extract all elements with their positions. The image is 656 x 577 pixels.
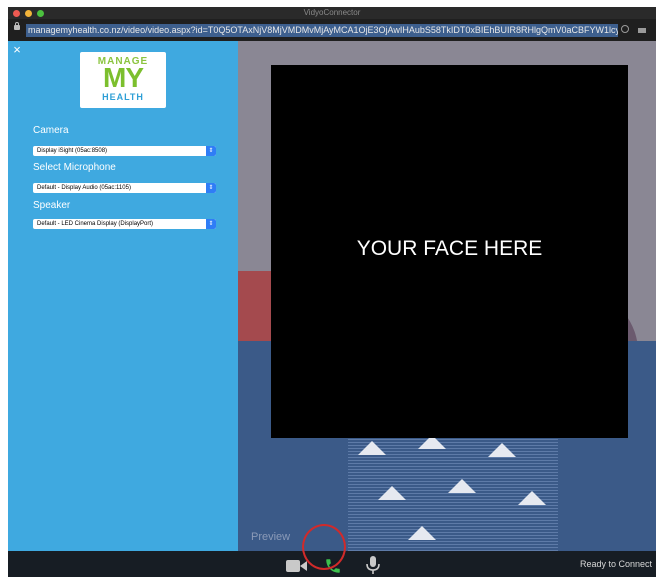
mountain-shape: [518, 491, 546, 505]
lock-icon: [14, 22, 20, 30]
mountain-shape: [448, 479, 476, 493]
highlight-circle: [302, 524, 346, 570]
connection-status: Ready to Connect: [579, 559, 652, 569]
logo-health-text: HEALTH: [102, 92, 144, 102]
chevron-updown-icon: ⇕: [206, 146, 216, 156]
address-bar: managemyhealth.co.nz/video/video.aspx?id…: [8, 19, 656, 41]
extension-icon[interactable]: [638, 28, 646, 33]
url-text[interactable]: managemyhealth.co.nz/video/video.aspx?id…: [26, 24, 618, 37]
microphone-label: Select Microphone: [33, 162, 116, 173]
mountain-shape: [408, 526, 436, 540]
mountain-shape: [488, 443, 516, 457]
face-placeholder-text: YOUR FACE HERE: [356, 237, 543, 260]
camera-label: Camera: [33, 125, 69, 136]
speaker-label: Speaker: [33, 200, 71, 211]
mountain-shape: [358, 441, 386, 455]
title-bar: VidyoConnector: [8, 7, 656, 19]
shirt-pattern: [348, 431, 558, 551]
camera-select-value: Display iSight (05ac:8508): [37, 148, 108, 154]
window-title: VidyoConnector: [303, 8, 361, 17]
speaker-select-value: Default - LED Cinema Display (DisplayPor…: [37, 221, 154, 227]
camera-icon[interactable]: [286, 559, 308, 577]
microphone-select-value: Default - Display Audio (05ac:1105): [37, 185, 131, 191]
face-placeholder-box: YOUR FACE HERE: [271, 65, 628, 438]
device-settings-panel: × MANAGE MY HEALTH Camera Display iSight…: [8, 41, 238, 551]
microphone-select[interactable]: Default - Display Audio (05ac:1105) ⇕: [33, 183, 216, 193]
microphone-icon[interactable]: [366, 556, 380, 577]
logo-my-text: MY: [103, 62, 144, 93]
camera-preview-area: YOUR FACE HERE Preview: [238, 41, 656, 551]
close-panel-button[interactable]: ×: [10, 43, 24, 57]
managemyhealth-logo: MANAGE MY HEALTH: [80, 52, 166, 108]
preview-label: Preview: [251, 531, 291, 543]
chevron-updown-icon: ⇕: [206, 219, 216, 229]
camera-select[interactable]: Display iSight (05ac:8508) ⇕: [33, 146, 216, 156]
location-icon[interactable]: [621, 25, 629, 33]
chevron-updown-icon: ⇕: [206, 183, 216, 193]
app-window: VidyoConnector managemyhealth.co.nz/vide…: [8, 7, 656, 577]
speaker-select[interactable]: Default - LED Cinema Display (DisplayPor…: [33, 219, 216, 229]
mountain-shape: [378, 486, 406, 500]
